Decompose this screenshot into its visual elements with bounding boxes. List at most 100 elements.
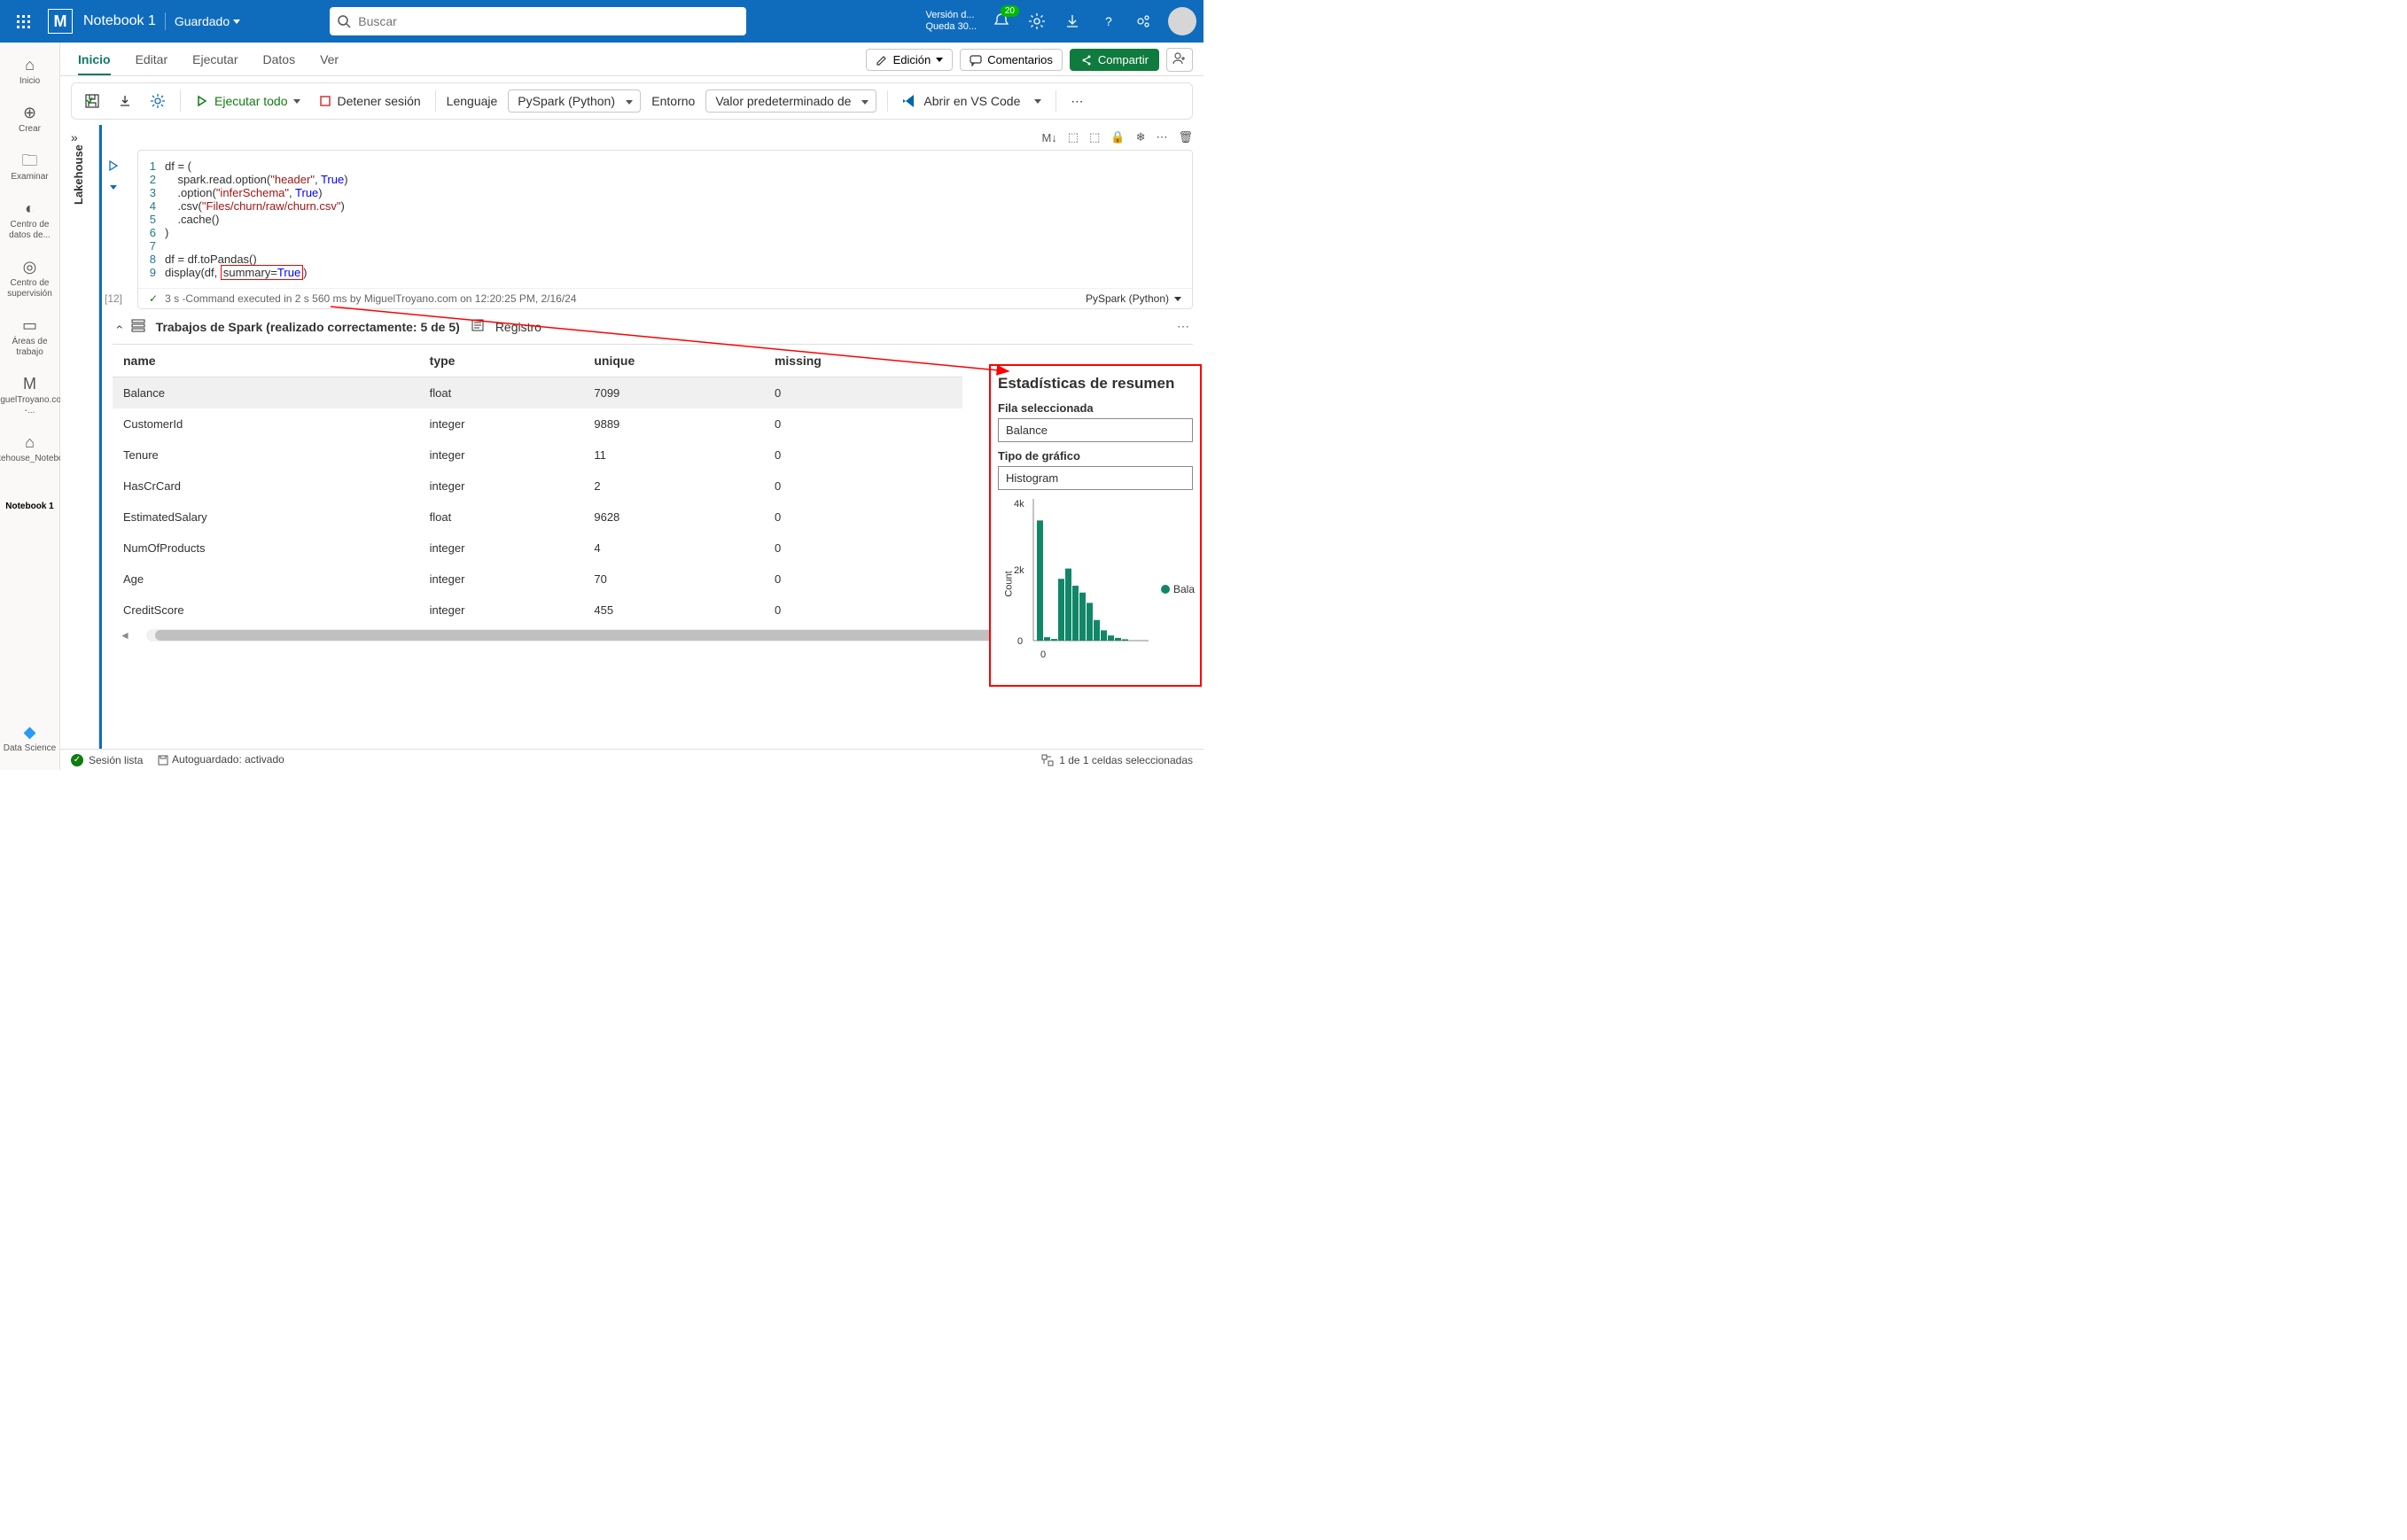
- search-icon: [337, 14, 351, 31]
- chart-type-select[interactable]: Histogram: [998, 466, 1193, 490]
- rail-item-6[interactable]: MMiguelTroyano.com -...: [4, 369, 57, 422]
- rail-item-7[interactable]: ⌂Lakehouse_Notebook: [4, 427, 57, 470]
- cell-tool-2[interactable]: ⬚: [1089, 130, 1100, 144]
- summary-title: Estadísticas de resumen: [998, 375, 1193, 393]
- search-input[interactable]: [330, 7, 746, 35]
- session-status[interactable]: ✓ Sesión lista: [71, 754, 143, 766]
- table-row[interactable]: Ageinteger700: [113, 564, 962, 595]
- selected-row-select[interactable]: Balance: [998, 418, 1193, 442]
- code-cell[interactable]: 1df = (2 spark.read.option("header", Tru…: [137, 150, 1193, 309]
- left-nav-rail: ⌂Inicio ⊕Crear 🗀Examinar ◐Centro de datos d…: [0, 43, 60, 770]
- cell-tool-0[interactable]: M↓: [1041, 131, 1056, 144]
- language-select[interactable]: PySpark (Python): [508, 89, 641, 113]
- rail-item-3[interactable]: ◐Centro de datos de...: [4, 193, 57, 246]
- rail-item-0[interactable]: ⌂Inicio: [4, 50, 57, 92]
- success-check-icon: ✓: [149, 292, 158, 305]
- expand-jobs-icon[interactable]: ›: [111, 324, 125, 329]
- spark-jobs-row: › Trabajos de Spark (realizado correctam…: [102, 309, 1204, 344]
- run-all-button[interactable]: Ejecutar todo: [191, 90, 304, 112]
- col-missing[interactable]: missing: [764, 345, 962, 377]
- gear-icon[interactable]: [146, 89, 169, 113]
- log-link[interactable]: Registro: [495, 320, 541, 334]
- rail-item-8[interactable]: Notebook 1: [4, 475, 57, 517]
- notebook-toolbar: Ejecutar todo Detener sesión Lenguaje Py…: [71, 82, 1193, 120]
- save-icon[interactable]: [81, 89, 104, 113]
- col-unique[interactable]: unique: [583, 345, 764, 377]
- fabric-logo: M: [48, 9, 73, 34]
- table-row[interactable]: Tenureinteger110: [113, 439, 962, 471]
- share-button[interactable]: Compartir: [1070, 49, 1159, 71]
- env-label: Entorno: [651, 94, 695, 108]
- selection-status: 1 de 1 celdas seleccionadas: [1041, 754, 1193, 766]
- ribbon-tab-ver[interactable]: Ver: [320, 52, 339, 75]
- download-icon[interactable]: [1062, 11, 1083, 32]
- code-editor[interactable]: 1df = (2 spark.read.option("header", Tru…: [138, 151, 1192, 288]
- search-box[interactable]: [330, 7, 746, 35]
- log-icon: [471, 318, 485, 335]
- svg-text:?: ?: [1105, 14, 1112, 28]
- add-person-button[interactable]: [1166, 48, 1193, 72]
- rail-item-5[interactable]: ▭Áreas de trabajo: [4, 310, 57, 363]
- cell-tool-3[interactable]: 🔒: [1110, 130, 1125, 144]
- cell-tool-5[interactable]: ⋯: [1156, 130, 1167, 144]
- divider: [165, 12, 166, 30]
- rail-item-2[interactable]: 🗀Examinar: [4, 145, 57, 188]
- rail-item-bottom[interactable]: ◆Data Science: [4, 717, 57, 759]
- execution-count: [12]: [105, 292, 122, 305]
- feedback-icon[interactable]: [1133, 11, 1154, 32]
- rail-item-1[interactable]: ⊕Crear: [4, 97, 57, 140]
- expand-panel-icon[interactable]: »: [71, 130, 78, 144]
- output-more-icon[interactable]: ⋯: [1177, 319, 1189, 334]
- run-cell-icon[interactable]: [107, 159, 120, 175]
- trial-info[interactable]: Versión d... Queda 30...: [926, 10, 978, 33]
- col-name[interactable]: name: [113, 345, 419, 377]
- ribbon-tabs: Inicio Editar Ejecutar Datos Ver Edición Com…: [60, 43, 1204, 76]
- lakehouse-label: Lakehouse: [72, 144, 85, 205]
- execution-info: [12] ✓ 3 s -Command executed in 2 s 560 …: [138, 288, 1192, 308]
- cell-toolbar: M↓ ⬚ ⬚ 🔒 ❄ ⋯ 🗑: [102, 125, 1204, 150]
- help-icon[interactable]: ?: [1097, 11, 1118, 32]
- settings-icon[interactable]: [1026, 11, 1048, 32]
- spark-jobs-label[interactable]: Trabajos de Spark (realizado correctamen…: [156, 320, 460, 334]
- more-icon[interactable]: ⋯: [1067, 90, 1087, 113]
- table-row[interactable]: HasCrCardinteger20: [113, 471, 962, 502]
- comments-button[interactable]: Comentarios: [960, 49, 1063, 71]
- rail-item-4[interactable]: ◎Centro de supervisión: [4, 252, 57, 305]
- user-avatar[interactable]: [1168, 7, 1196, 35]
- ribbon-tab-datos[interactable]: Datos: [263, 52, 296, 75]
- document-title[interactable]: Notebook 1: [83, 13, 156, 29]
- status-bar: ✓ Sesión lista Autoguardado: activado 1 …: [60, 749, 1204, 770]
- selected-row-label: Fila seleccionada: [998, 401, 1193, 415]
- jobs-icon: [131, 318, 145, 335]
- table-row[interactable]: NumOfProductsinteger40: [113, 533, 962, 564]
- chart-legend: Bala: [1161, 583, 1195, 595]
- ribbon-tab-editar[interactable]: Editar: [136, 52, 168, 75]
- download-icon[interactable]: [114, 90, 136, 112]
- autosave-status[interactable]: Autoguardado: activado: [157, 753, 284, 766]
- lakehouse-panel: » Lakehouse: [60, 125, 99, 749]
- cell-menu-chevron[interactable]: [110, 180, 117, 193]
- cell-tool-1[interactable]: ⬚: [1068, 130, 1079, 144]
- cell-tool-6[interactable]: 🗑: [1178, 130, 1193, 144]
- save-status[interactable]: Guardado: [175, 14, 240, 28]
- table-row[interactable]: CustomerIdinteger98890: [113, 408, 962, 439]
- table-row[interactable]: CreditScoreinteger4550: [113, 595, 962, 626]
- table-row[interactable]: Balancefloat70990: [113, 377, 962, 409]
- cell-language-select[interactable]: PySpark (Python): [1086, 292, 1169, 305]
- col-type[interactable]: type: [419, 345, 584, 377]
- edit-mode-button[interactable]: Edición: [866, 49, 954, 71]
- chevron-down-icon: [233, 19, 240, 24]
- environment-select[interactable]: Valor predeterminado de: [705, 89, 876, 113]
- summary-stats-panel: Estadísticas de resumen Fila seleccionad…: [989, 364, 1202, 687]
- language-label: Lenguaje: [447, 94, 498, 108]
- notifications-icon[interactable]: 20: [991, 11, 1012, 32]
- app-launcher[interactable]: [7, 5, 39, 37]
- top-bar: M Notebook 1 Guardado Versión d... Queda…: [0, 0, 1204, 43]
- ribbon-tab-ejecutar[interactable]: Ejecutar: [192, 52, 238, 75]
- ribbon-tab-inicio[interactable]: Inicio: [78, 52, 111, 75]
- cell-tool-4[interactable]: ❄: [1136, 130, 1146, 144]
- open-vscode-button[interactable]: Abrir en VS Code: [899, 89, 1045, 113]
- chart-type-label: Tipo de gráfico: [998, 449, 1193, 463]
- stop-session-button[interactable]: Detener sesión: [315, 90, 425, 112]
- table-row[interactable]: EstimatedSalaryfloat96280: [113, 502, 962, 533]
